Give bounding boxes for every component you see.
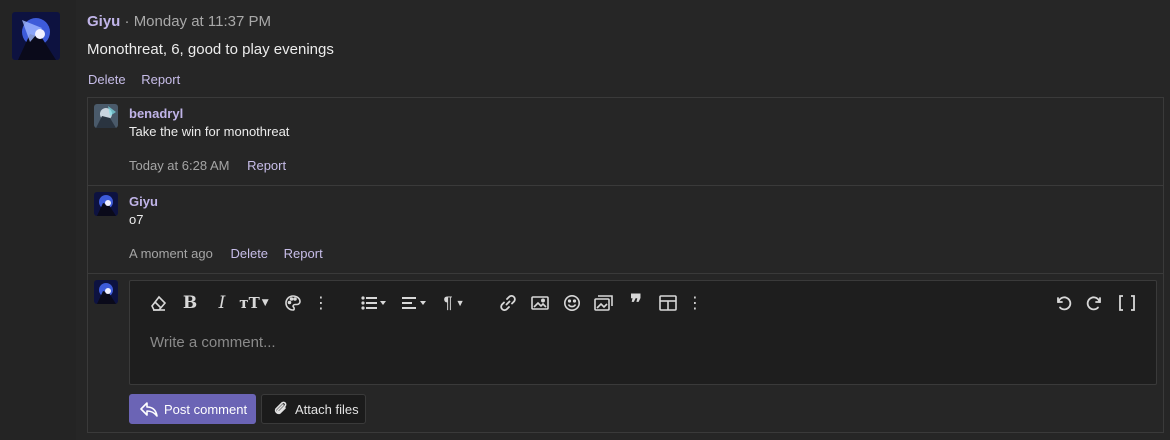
comment-text: o7 xyxy=(129,212,144,227)
post-body: Monothreat, 6, good to play evenings xyxy=(87,41,334,58)
eraser-icon[interactable] xyxy=(148,293,168,313)
comment-time[interactable]: Today at 6:28 AM xyxy=(129,158,229,173)
post-timestamp[interactable]: Monday at 11:37 PM xyxy=(134,13,271,30)
text-size-icon[interactable]: ᴛT ▼ xyxy=(237,293,271,313)
comments-container: benadryl Take the win for monothreat Tod… xyxy=(87,97,1164,433)
comment-text: Take the win for monothreat xyxy=(129,124,290,139)
comment-actions: Today at 6:28 AM Report xyxy=(129,158,298,173)
attach-files-label: Attach files xyxy=(295,401,359,417)
media-icon[interactable] xyxy=(593,293,615,313)
more-icon[interactable]: ⋮ xyxy=(313,293,329,313)
comment-report-link[interactable]: Report xyxy=(284,246,323,261)
comment-author[interactable]: benadryl xyxy=(129,106,183,121)
fullscreen-icon[interactable] xyxy=(1117,293,1137,313)
comment-time[interactable]: A moment ago xyxy=(129,246,213,261)
post-separator: · xyxy=(124,13,130,30)
palette-icon[interactable] xyxy=(283,293,303,313)
post-author[interactable]: Giyu xyxy=(87,13,120,30)
comment-item: Giyu o7 A moment ago Delete Report xyxy=(88,186,1163,274)
italic-icon[interactable]: I xyxy=(212,293,232,313)
attach-files-button[interactable]: Attach files xyxy=(261,394,366,424)
comment-report-link[interactable]: Report xyxy=(247,158,286,173)
post-delete-link[interactable]: Delete xyxy=(88,72,126,87)
post-author-avatar[interactable] xyxy=(12,12,60,60)
paragraph-icon[interactable]: ¶ ▼ xyxy=(439,293,469,313)
align-icon[interactable] xyxy=(400,293,430,313)
editor-toolbar: B I ᴛT ▼ ⋮ ¶ ▼ ❞ ⋮ xyxy=(130,281,1156,325)
more-icon[interactable]: ⋮ xyxy=(687,293,703,313)
post-header: Giyu · Monday at 11:37 PM xyxy=(87,13,271,30)
left-gutter xyxy=(0,0,76,440)
list-icon[interactable] xyxy=(359,293,389,313)
post-actions: Delete Report xyxy=(88,72,192,87)
comment-author[interactable]: Giyu xyxy=(129,194,158,209)
emoji-icon[interactable] xyxy=(562,293,582,313)
comment-editor[interactable]: B I ᴛT ▼ ⋮ ¶ ▼ ❞ ⋮ Write a comment... xyxy=(129,280,1157,385)
paperclip-icon xyxy=(273,400,289,418)
post-report-link[interactable]: Report xyxy=(141,72,180,87)
quote-icon[interactable]: ❞ xyxy=(625,290,647,316)
post-comment-button[interactable]: Post comment xyxy=(129,394,256,424)
bold-icon[interactable]: B xyxy=(180,293,200,313)
image-icon[interactable] xyxy=(530,293,550,313)
comment-delete-link[interactable]: Delete xyxy=(230,246,268,261)
post-comment-label: Post comment xyxy=(164,401,248,417)
composer-avatar xyxy=(94,280,118,304)
redo-icon[interactable] xyxy=(1085,293,1105,313)
comment-item: benadryl Take the win for monothreat Tod… xyxy=(88,98,1163,186)
comment-actions: A moment ago Delete Report xyxy=(129,246,335,261)
comment-placeholder[interactable]: Write a comment... xyxy=(150,334,276,351)
undo-icon[interactable] xyxy=(1053,293,1073,313)
comment-avatar[interactable] xyxy=(94,104,118,128)
comment-avatar[interactable] xyxy=(94,192,118,216)
table-icon[interactable] xyxy=(658,293,678,313)
reply-icon xyxy=(140,401,158,417)
link-icon[interactable] xyxy=(498,293,518,313)
